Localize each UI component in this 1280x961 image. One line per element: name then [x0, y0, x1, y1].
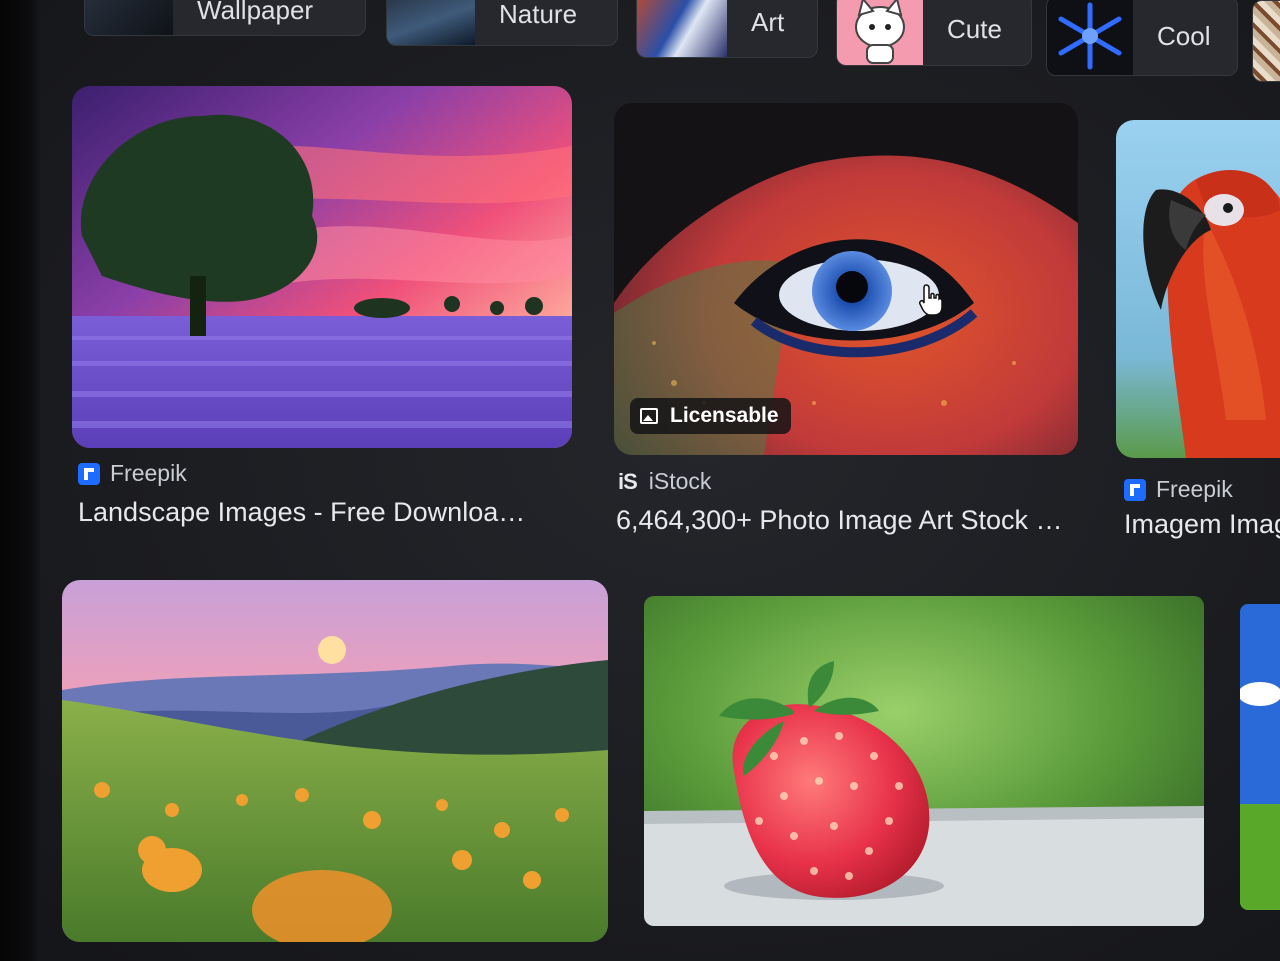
result-image-landscape[interactable]: [72, 86, 572, 448]
result-title[interactable]: Landscape Images - Free Downloa…: [78, 497, 525, 528]
freepik-icon: [1124, 478, 1146, 501]
result-image-meadow[interactable]: [62, 580, 608, 942]
image-icon: [640, 408, 658, 424]
chip-art[interactable]: Art: [636, 0, 818, 58]
cat-illustration: [855, 0, 905, 64]
result-source-freepik[interactable]: Freepik: [1124, 476, 1233, 503]
chip-label: Cool: [1157, 20, 1211, 51]
result-title[interactable]: 6,464,300+ Photo Image Art Stock …: [616, 505, 1063, 536]
result-source-freepik[interactable]: Freepik: [78, 460, 187, 487]
result-source-istock[interactable]: iS iStock: [618, 468, 711, 495]
chip-thumbnail: [85, 0, 173, 35]
chip-thumbnail: [1253, 1, 1280, 81]
chip-label: Wallpaper: [197, 0, 314, 25]
licensable-badge[interactable]: Licensable: [630, 398, 791, 434]
source-name: Freepik: [110, 460, 187, 486]
monitor-bezel: [0, 0, 40, 961]
result-image-parrot[interactable]: [1116, 120, 1280, 458]
badge-label: Licensable: [670, 404, 779, 427]
chip-thumbnail: [837, 0, 923, 65]
source-name: Freepik: [1156, 476, 1233, 502]
chip-cute[interactable]: Cute: [836, 0, 1032, 66]
chip-label: Art: [751, 6, 785, 37]
hand-pointer-icon: [919, 284, 943, 316]
chip-thumbnail: [387, 0, 475, 45]
meadow-sunset-photo: [62, 580, 608, 942]
source-name: iStock: [648, 468, 712, 494]
lavender-field-photo: [72, 86, 572, 448]
chip-thumbnail: [1047, 0, 1133, 75]
chip-cool[interactable]: Cool: [1046, 0, 1238, 76]
chip-label: Nature: [499, 0, 578, 29]
strawberry-photo: [644, 596, 1204, 926]
chip-thumbnail: [637, 0, 727, 57]
chip-partial[interactable]: [1252, 0, 1280, 82]
freepik-icon: [78, 462, 100, 485]
parrot-photo: [1116, 120, 1280, 458]
snowflake-illustration: [1058, 2, 1122, 70]
result-image-strawberry[interactable]: [644, 596, 1204, 926]
screen: Wallpaper Nature Art Cute Cool Freepik L…: [0, 0, 1280, 961]
result-title[interactable]: Imagem Imag: [1124, 509, 1280, 540]
chip-wallpaper[interactable]: Wallpaper: [84, 0, 366, 36]
chip-nature[interactable]: Nature: [386, 0, 618, 46]
istock-icon: iS: [618, 468, 638, 494]
sky-field-photo: [1240, 604, 1280, 910]
result-image-partial[interactable]: [1240, 604, 1280, 910]
chip-label: Cute: [947, 13, 1002, 44]
